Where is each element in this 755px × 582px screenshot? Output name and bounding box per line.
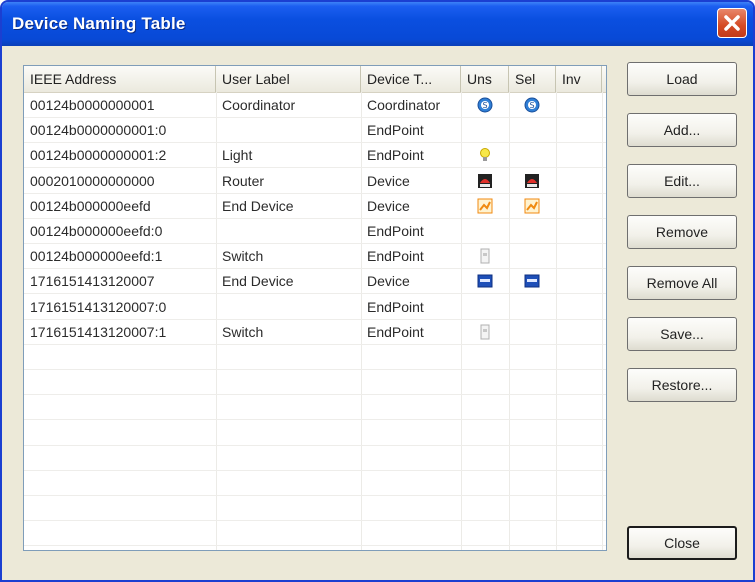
add-button[interactable]: Add... <box>627 113 737 147</box>
column-header-user-label[interactable]: User Label <box>216 66 361 92</box>
router-icon <box>478 173 492 188</box>
user-label-cell <box>216 118 361 142</box>
empty-row <box>24 345 606 370</box>
load-button[interactable]: Load <box>627 62 737 96</box>
device-type-cell: EndPoint <box>367 147 424 164</box>
device-type-cell: EndPoint <box>367 323 424 340</box>
remove-button[interactable]: Remove <box>627 215 737 249</box>
table-row[interactable]: 00124b0000000001:2 Light EndPoint <box>24 143 606 169</box>
empty-row <box>24 521 606 547</box>
table-row[interactable]: 00124b0000000001 Coordinator Coordinator S S <box>24 93 606 118</box>
ieee-address-cell: 1716151413120007 <box>30 273 155 290</box>
empty-row <box>24 446 606 471</box>
table-row[interactable]: 00124b000000eefd:1 Switch EndPoint <box>24 244 606 270</box>
empty-row <box>24 421 606 446</box>
table-header: IEEE Address User Label Device T... Uns … <box>24 66 606 93</box>
user-label-cell: Router <box>222 172 265 189</box>
ieee-address-cell: 00124b0000000001:2 <box>30 147 167 164</box>
device-type-cell: Device <box>367 172 410 189</box>
table-row[interactable]: 1716151413120007:1 Switch EndPoint <box>24 320 606 345</box>
switch-icon <box>480 324 490 340</box>
device-naming-dialog: Device Naming Table IEEE Address User La… <box>0 0 755 582</box>
close-button[interactable]: Close <box>627 526 737 560</box>
svg-text:S: S <box>482 101 487 110</box>
empty-row <box>24 370 606 396</box>
column-header-uns[interactable]: Uns <box>461 66 509 92</box>
user-label-cell <box>216 295 361 319</box>
user-label-cell: End Device <box>222 197 294 214</box>
svg-text:S: S <box>529 101 534 110</box>
user-label-cell <box>216 219 361 243</box>
device-type-cell: Coordinator <box>367 97 441 113</box>
user-label-cell: Switch <box>222 323 264 340</box>
user-label-cell: Switch <box>222 248 264 265</box>
table-row[interactable]: 0002010000000000 Router Device <box>24 169 606 194</box>
empty-row <box>24 496 606 522</box>
end-device-icon <box>477 198 493 214</box>
ieee-address-cell: 00124b000000eefd <box>30 197 151 214</box>
close-window-button[interactable] <box>717 8 747 38</box>
device-type-cell: EndPoint <box>367 223 424 239</box>
close-icon <box>724 15 740 31</box>
table-row[interactable]: 1716151413120007:0 EndPoint <box>24 295 606 320</box>
title-bar[interactable]: Device Naming Table <box>2 2 753 46</box>
table-row[interactable]: 00124b000000eefd End Device Device <box>24 194 606 219</box>
column-header-ieee-address[interactable]: IEEE Address <box>24 66 216 92</box>
ieee-address-cell: 1716151413120007:1 <box>30 323 167 340</box>
switch-icon <box>480 248 490 264</box>
save-button[interactable]: Save... <box>627 317 737 351</box>
device-type-cell: Device <box>367 273 410 290</box>
remove-all-button[interactable]: Remove All <box>627 266 737 300</box>
edit-button[interactable]: Edit... <box>627 164 737 198</box>
ieee-address-cell: 00124b000000eefd:1 <box>30 248 163 265</box>
coordinator-icon: S <box>524 97 540 113</box>
column-header-sel[interactable]: Sel <box>509 66 556 92</box>
table-row[interactable]: 1716151413120007 End Device Device <box>24 269 606 295</box>
device-type-cell: Device <box>367 197 410 214</box>
table-row[interactable]: 00124b000000eefd:0 EndPoint <box>24 219 606 244</box>
user-label-cell: Light <box>222 147 253 164</box>
restore-button[interactable]: Restore... <box>627 368 737 402</box>
user-label-cell: Coordinator <box>222 97 296 113</box>
ieee-address-cell: 00124b0000000001 <box>30 97 155 113</box>
ieee-address-cell: 00124b0000000001:0 <box>30 122 167 139</box>
column-header-inv[interactable]: Inv <box>556 66 602 92</box>
empty-row <box>24 471 606 496</box>
device-type-cell: EndPoint <box>367 122 424 139</box>
empty-row <box>24 395 606 421</box>
device-type-cell: EndPoint <box>367 248 424 265</box>
router-icon <box>525 173 539 188</box>
light-bulb-icon <box>480 148 490 162</box>
device-card-icon <box>524 274 540 288</box>
device-card-icon <box>477 274 493 288</box>
end-device-icon <box>524 198 540 214</box>
user-label-cell: End Device <box>222 273 294 290</box>
column-header-device-type[interactable]: Device T... <box>361 66 461 92</box>
ieee-address-cell: 1716151413120007:0 <box>30 298 167 315</box>
ieee-address-cell: 0002010000000000 <box>30 172 155 189</box>
device-table[interactable]: IEEE Address User Label Device T... Uns … <box>23 65 607 551</box>
ieee-address-cell: 00124b000000eefd:0 <box>30 223 163 239</box>
window-title: Device Naming Table <box>12 14 186 33</box>
device-type-cell: EndPoint <box>367 298 424 315</box>
coordinator-icon: S <box>477 97 493 113</box>
table-row[interactable]: 00124b0000000001:0 EndPoint <box>24 118 606 144</box>
